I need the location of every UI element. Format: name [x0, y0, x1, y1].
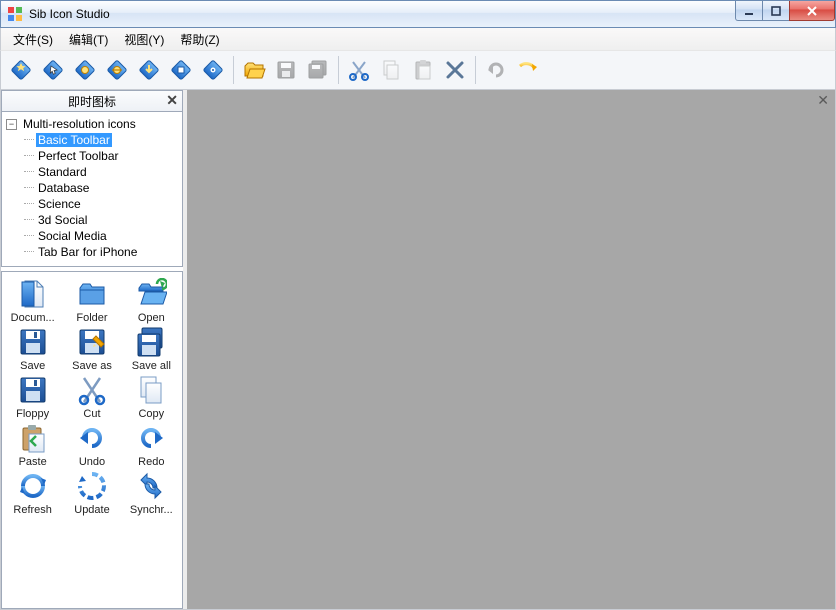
icon-label: Paste — [19, 456, 47, 468]
tree-item[interactable]: Perfect Toolbar — [4, 148, 180, 164]
icon-label: Save all — [132, 360, 171, 372]
icon-floppy-multi[interactable]: Save all — [123, 326, 180, 372]
tree-item-label: Tab Bar for iPhone — [36, 245, 139, 259]
tree-item[interactable]: Tab Bar for iPhone — [4, 244, 180, 260]
icon-sync[interactable]: Synchr... — [123, 470, 180, 516]
tree-item-label: Database — [36, 181, 91, 195]
icon-folder[interactable]: Folder — [63, 278, 120, 324]
toolbar-library[interactable] — [166, 55, 196, 85]
icon-label: Cut — [83, 408, 100, 420]
icon-label: Copy — [138, 408, 164, 420]
tree-item[interactable]: 3d Social — [4, 212, 180, 228]
toolbar-cut[interactable] — [344, 55, 374, 85]
icon-label: Update — [74, 504, 109, 516]
icon-cut[interactable]: Cut — [63, 374, 120, 420]
menu-file[interactable]: 文件(S) — [5, 29, 61, 50]
collapse-icon[interactable]: − — [6, 119, 17, 130]
menubar: 文件(S) 编辑(T) 视图(Y) 帮助(Z) — [0, 28, 836, 50]
tree-item[interactable]: Science — [4, 196, 180, 212]
icon-floppy-pencil[interactable]: Save as — [63, 326, 120, 372]
toolbar-redo[interactable] — [513, 55, 543, 85]
tree-item[interactable]: Standard — [4, 164, 180, 180]
toolbar-paste — [408, 55, 438, 85]
tree-item-label: Standard — [36, 165, 89, 179]
icon-label: Undo — [79, 456, 105, 468]
icon-undo[interactable]: Undo — [63, 422, 120, 468]
toolbar-separator — [475, 56, 476, 84]
toolbar-open-web[interactable] — [102, 55, 132, 85]
tree-item[interactable]: Database — [4, 180, 180, 196]
tree-item-label: Science — [36, 197, 83, 211]
toolbar-new-icon[interactable] — [6, 55, 36, 85]
canvas-close-icon[interactable]: ✕ — [817, 92, 829, 109]
icon-floppy[interactable]: Save — [4, 326, 61, 372]
icon-floppy[interactable]: Floppy — [4, 374, 61, 420]
maximize-button[interactable] — [762, 1, 790, 21]
icon-panel: Docum... Folder Open Save Save as Save all Flo… — [1, 271, 183, 609]
tree-item-label: Perfect Toolbar — [36, 149, 121, 163]
icon-label: Synchr... — [130, 504, 173, 516]
tree-item-label: 3d Social — [36, 213, 89, 227]
icon-label: Refresh — [13, 504, 52, 516]
icon-label: Floppy — [16, 408, 49, 420]
canvas-area: ✕ — [187, 90, 835, 609]
toolbar-new-cursor[interactable] — [38, 55, 68, 85]
tree-item-label: Basic Toolbar — [36, 133, 112, 147]
tree-item[interactable]: Basic Toolbar — [4, 132, 180, 148]
icon-paste[interactable]: Paste — [4, 422, 61, 468]
icon-label: Redo — [138, 456, 164, 468]
titlebar: Sib Icon Studio — [0, 0, 836, 28]
icon-label: Save as — [72, 360, 112, 372]
toolbar-save-all — [303, 55, 333, 85]
tree-item[interactable]: Social Media — [4, 228, 180, 244]
menu-help[interactable]: 帮助(Z) — [172, 29, 227, 50]
toolbar-undo — [481, 55, 511, 85]
toolbar-export[interactable] — [134, 55, 164, 85]
toolbar-open-library[interactable] — [70, 55, 100, 85]
tree-root-label: Multi-resolution icons — [21, 117, 138, 131]
icon-label: Docum... — [11, 312, 55, 324]
window-title: Sib Icon Studio — [29, 7, 110, 21]
toolbar-open-file[interactable] — [239, 55, 269, 85]
menu-view[interactable]: 视图(Y) — [116, 29, 172, 50]
toolbar-separator — [338, 56, 339, 84]
icon-label: Save — [20, 360, 45, 372]
icon-redo[interactable]: Redo — [123, 422, 180, 468]
icon-refresh[interactable]: Refresh — [4, 470, 61, 516]
toolbar-separator — [233, 56, 234, 84]
menu-edit[interactable]: 编辑(T) — [61, 29, 116, 50]
panel-header: 即时图标 ✕ — [1, 90, 183, 112]
icon-label: Open — [138, 312, 165, 324]
toolbar-preview[interactable] — [198, 55, 228, 85]
panel-title: 即时图标 — [68, 93, 116, 110]
toolbar-copy — [376, 55, 406, 85]
tree-item-label: Social Media — [36, 229, 109, 243]
minimize-button[interactable] — [735, 1, 763, 21]
icon-copy[interactable]: Copy — [123, 374, 180, 420]
tree-view[interactable]: −Multi-resolution iconsBasic ToolbarPerf… — [1, 112, 183, 267]
toolbar-save — [271, 55, 301, 85]
icon-open[interactable]: Open — [123, 278, 180, 324]
app-icon — [7, 6, 23, 22]
toolbar — [0, 50, 836, 90]
icon-document[interactable]: Docum... — [4, 278, 61, 324]
icon-update[interactable]: Update — [63, 470, 120, 516]
icon-label: Folder — [76, 312, 107, 324]
toolbar-delete[interactable] — [440, 55, 470, 85]
tree-root[interactable]: −Multi-resolution icons — [4, 116, 180, 132]
panel-close-icon[interactable]: ✕ — [166, 93, 178, 107]
close-button[interactable] — [789, 1, 835, 21]
